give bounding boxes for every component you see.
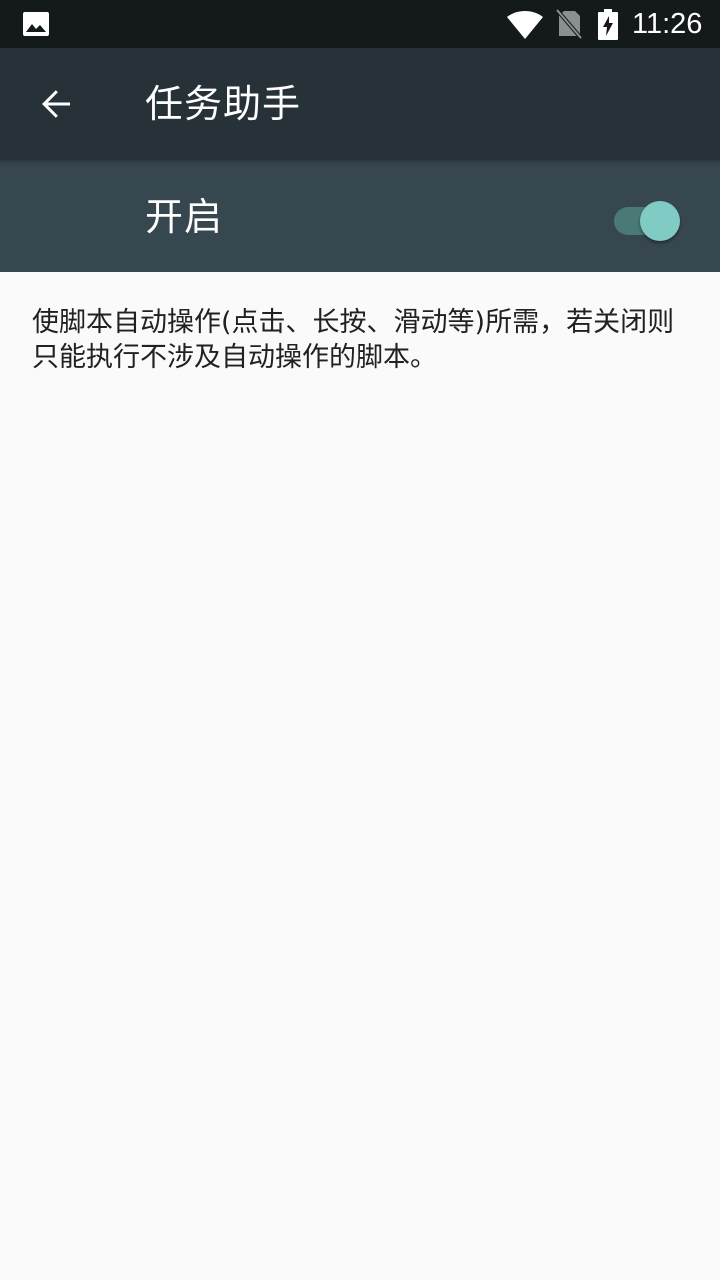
description-text: 使脚本自动操作(点击、长按、滑动等)所需，若关闭则只能执行不涉及自动操作的脚本。 (32, 307, 675, 373)
back-button[interactable] (28, 76, 84, 132)
image-notification-icon (23, 12, 49, 36)
page-title: 任务助手 (145, 82, 302, 126)
status-bar: 11:26 (0, 0, 720, 48)
switch-label: 开启 (145, 195, 224, 239)
status-time: 11:26 (632, 8, 703, 40)
app-bar: 任务助手 (0, 48, 720, 160)
no-sim-icon (556, 9, 582, 39)
wifi-icon (507, 11, 543, 39)
arrow-back-icon (42, 90, 70, 118)
master-switch-bar[interactable]: 开启 (0, 160, 720, 272)
toggle-thumb (640, 201, 680, 241)
enable-toggle[interactable] (612, 194, 684, 241)
battery-charging-icon (598, 9, 618, 40)
